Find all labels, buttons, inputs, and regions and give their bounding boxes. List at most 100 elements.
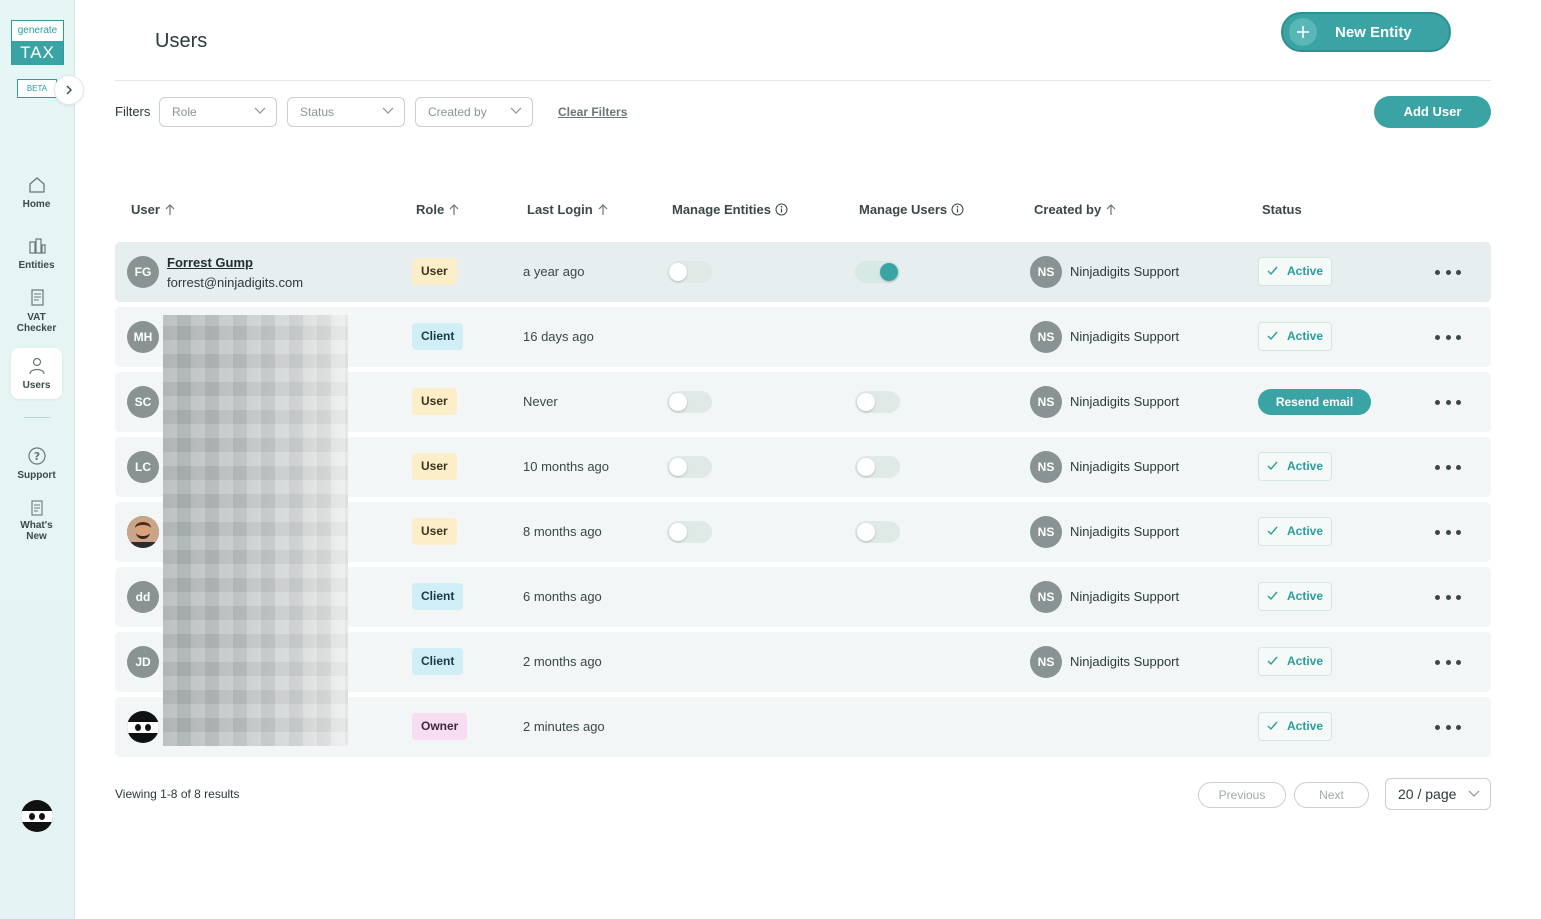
dot <box>1456 594 1461 600</box>
creator-name: Ninjadigits Support <box>1070 589 1180 604</box>
check-icon <box>1267 461 1278 471</box>
status-filter-select[interactable]: Status <box>287 97 405 127</box>
page-size-value: 20 / page <box>1398 786 1457 802</box>
sidebar-item-vat-checker[interactable]: VAT Checker <box>11 288 62 334</box>
more-actions-button[interactable] <box>1435 524 1461 540</box>
clear-filters-link[interactable]: Clear Filters <box>558 105 627 119</box>
ninja-avatar-icon <box>127 722 159 733</box>
table-row[interactable]: FG Forrest Gump forrest@ninjadigits.com … <box>115 242 1491 302</box>
info-icon[interactable] <box>951 203 964 216</box>
manage-users-toggle[interactable] <box>855 391 900 413</box>
column-header-last-login[interactable]: Last Login <box>527 202 609 217</box>
manage-entities-toggle[interactable] <box>667 391 712 413</box>
chevron-down-icon <box>254 107 266 114</box>
add-user-button[interactable]: Add User <box>1374 96 1491 128</box>
sidebar-item-label: Users <box>22 380 51 391</box>
dot <box>1456 464 1461 470</box>
new-entity-button[interactable]: New Entity <box>1281 12 1451 52</box>
check-icon <box>1267 656 1278 666</box>
status-label: Active <box>1287 329 1324 343</box>
column-header-label: Manage Users <box>859 202 948 217</box>
sidebar-item-users[interactable]: Users <box>11 348 62 399</box>
user-name-link[interactable]: Forrest Gump <box>167 255 253 270</box>
info-icon[interactable] <box>775 203 788 216</box>
manage-entities-toggle[interactable] <box>667 521 712 543</box>
sidebar-item-label: Entities <box>18 260 55 271</box>
resend-email-button[interactable]: Resend email <box>1258 389 1371 415</box>
sort-arrow-up-icon <box>598 203 608 215</box>
sidebar-expand-button[interactable] <box>54 75 84 105</box>
column-header-status: Status <box>1262 202 1302 217</box>
more-actions-button[interactable] <box>1435 719 1461 735</box>
sidebar-item-label: Support <box>17 470 56 481</box>
toggle-knob <box>857 393 875 411</box>
last-login: 8 months ago <box>523 524 602 539</box>
check-icon <box>1267 591 1278 601</box>
status-label: Active <box>1287 719 1324 733</box>
status-label: Active <box>1287 524 1324 538</box>
creator-avatar: NS <box>1030 516 1062 548</box>
help-icon: ? <box>27 447 46 465</box>
column-header-label: Status <box>1262 202 1302 217</box>
more-actions-button[interactable] <box>1435 654 1461 670</box>
manage-users-toggle[interactable] <box>855 456 900 478</box>
svg-text:?: ? <box>33 450 39 463</box>
beta-badge: BETA <box>17 79 57 98</box>
page-size-select[interactable]: 20 / page <box>1385 778 1491 810</box>
sidebar-item-support[interactable]: ? Support <box>11 446 62 481</box>
last-login: Never <box>523 394 558 409</box>
user-avatar-photo <box>127 516 159 548</box>
toggle-knob <box>857 523 875 541</box>
column-header-user[interactable]: User <box>131 202 176 217</box>
column-header-manage-entities: Manage Entities <box>672 202 788 217</box>
manage-entities-toggle[interactable] <box>667 261 712 283</box>
more-actions-button[interactable] <box>1435 264 1461 280</box>
sidebar-item-home[interactable]: Home <box>11 175 62 210</box>
more-actions-button[interactable] <box>1435 394 1461 410</box>
sidebar-item-entities[interactable]: Entities <box>11 236 62 271</box>
user-avatar-ninja <box>127 711 159 743</box>
sort-arrow-up-icon <box>165 203 175 215</box>
more-actions-button[interactable] <box>1435 589 1461 605</box>
toggle-knob <box>669 263 687 281</box>
status-badge: Active <box>1258 712 1332 741</box>
more-actions-button[interactable] <box>1435 329 1461 345</box>
page-title: Users <box>155 30 208 52</box>
next-page-button[interactable]: Next <box>1294 782 1369 808</box>
dot <box>1445 529 1451 535</box>
chevron-down-icon <box>1468 790 1480 797</box>
column-header-label: Manage Entities <box>672 202 771 217</box>
sidebar-item-whats-new[interactable]: What's New <box>11 500 62 542</box>
created-by-filter-select[interactable]: Created by <box>415 97 533 127</box>
manage-users-toggle[interactable] <box>855 261 900 283</box>
column-header-role[interactable]: Role <box>416 202 460 217</box>
role-filter-select[interactable]: Role <box>159 97 277 127</box>
role-badge: Client <box>412 323 464 350</box>
more-actions-button[interactable] <box>1435 459 1461 475</box>
creator-avatar: NS <box>1030 581 1062 613</box>
column-header-created-by[interactable]: Created by <box>1034 202 1117 217</box>
plus-icon <box>1289 18 1317 46</box>
column-header-manage-users: Manage Users <box>859 202 964 217</box>
role-badge: User <box>412 388 457 415</box>
status-badge: Active <box>1258 257 1332 286</box>
creator-avatar: NS <box>1030 646 1062 678</box>
dot <box>1445 399 1451 405</box>
dot <box>1435 399 1440 405</box>
manage-users-toggle[interactable] <box>855 521 900 543</box>
previous-page-button[interactable]: Previous <box>1198 782 1286 808</box>
role-badge: User <box>412 258 457 285</box>
column-header-label: User <box>131 202 160 217</box>
brand-logo[interactable]: generate TAX <box>11 20 64 65</box>
sort-arrow-up-icon <box>449 203 459 215</box>
dot <box>1445 464 1451 470</box>
dot <box>1435 594 1440 600</box>
role-badge: Owner <box>412 713 468 740</box>
redacted-user-details <box>163 315 348 746</box>
document-icon <box>30 289 44 306</box>
dot <box>1445 334 1451 340</box>
sidebar-item-label: What's New <box>20 520 53 542</box>
manage-entities-toggle[interactable] <box>667 456 712 478</box>
role-badge: Client <box>412 648 464 675</box>
account-avatar[interactable] <box>21 800 53 832</box>
